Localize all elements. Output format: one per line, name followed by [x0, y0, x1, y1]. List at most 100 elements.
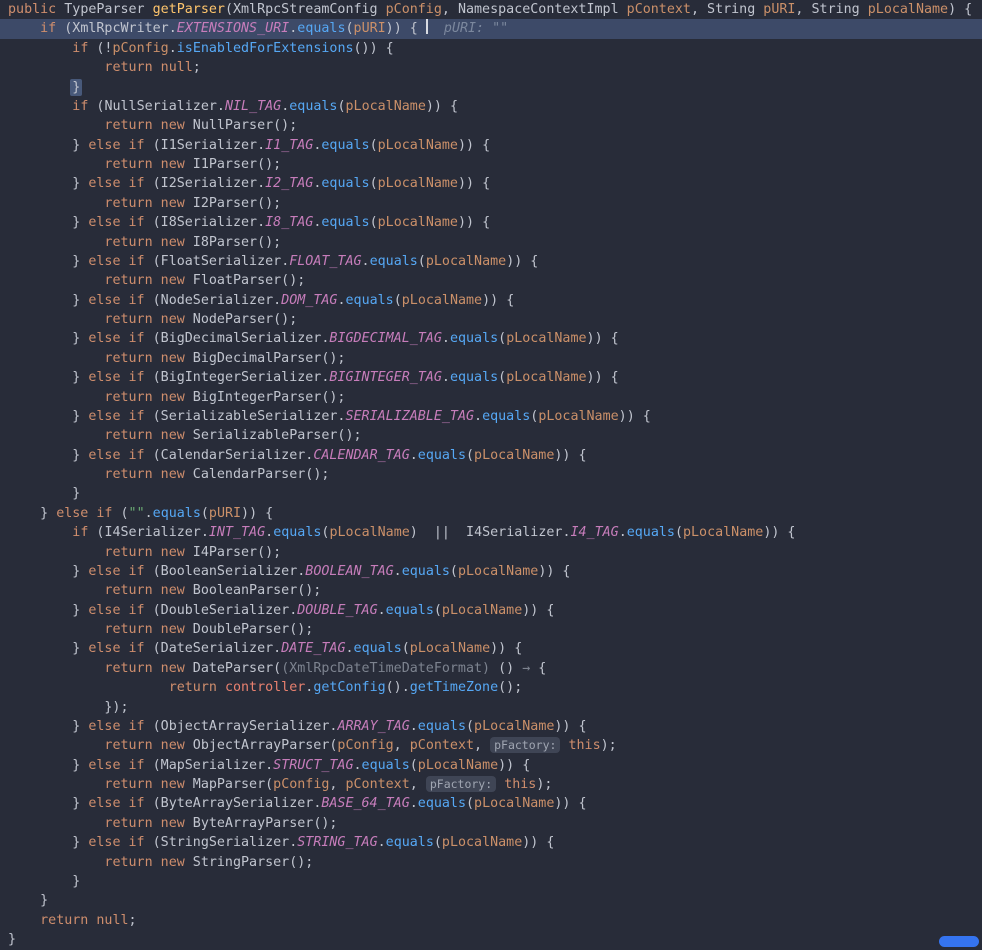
- code-token: EXTENSIONS_URI: [176, 21, 290, 37]
- code-token: )) {: [522, 602, 555, 618]
- code-token: new: [160, 854, 193, 870]
- code-token: public: [8, 2, 65, 17]
- code-token: }: [8, 718, 89, 734]
- code-token: equals: [401, 563, 450, 579]
- code-token: equals: [321, 176, 370, 192]
- horizontal-scrollbar-thumb[interactable]: [939, 936, 979, 947]
- code-editor[interactable]: public TypeParser getParser (XmlRpcStream…: [0, 0, 982, 950]
- code-token: }: [8, 835, 89, 851]
- code-token: (: [152, 718, 161, 734]
- code-token: )) {: [457, 215, 491, 231]
- code-token: else if: [88, 641, 153, 657]
- code-token: }: [8, 331, 89, 347]
- code-token: equals: [417, 796, 466, 812]
- code-token: (: [465, 796, 475, 812]
- code-line: return new ObjectArrayParser(pConfig, pC…: [0, 736, 982, 755]
- code-token: new: [160, 389, 193, 405]
- code-token: SerializableParser: [192, 428, 338, 444]
- code-token: (: [433, 835, 442, 851]
- code-line: return null;: [0, 58, 982, 77]
- code-token: new: [160, 234, 193, 250]
- code-line: return controller.getConfig().getTimeZon…: [0, 678, 982, 697]
- code-token: pLocalName: [417, 757, 499, 773]
- code-token: pConfig: [273, 777, 330, 792]
- code-token: (: [369, 176, 378, 192]
- code-token: else if: [88, 408, 153, 424]
- code-token: SERIALIZABLE_TAG: [345, 408, 475, 424]
- code-token: (XmlRpcDateTimeDateFormat): [281, 660, 499, 676]
- code-token: (: [345, 21, 354, 37]
- code-line: if (NullSerializer.NIL_TAG.equals(pLocal…: [0, 97, 982, 116]
- code-token: ();: [297, 583, 322, 599]
- code-token: return: [104, 60, 161, 76]
- code-token: .: [257, 215, 266, 231]
- code-line: return new SerializableParser();: [0, 426, 982, 445]
- parameter-hint-inlay: pFactory:: [425, 776, 497, 792]
- code-token: ,: [329, 777, 346, 792]
- code-token: )) {: [425, 98, 458, 114]
- code-token: ();: [321, 350, 346, 366]
- code-token: StringParser: [192, 854, 290, 870]
- code-token: (: [409, 757, 418, 773]
- code-token: I2_TAG: [265, 176, 314, 192]
- code-token: (: [369, 215, 378, 231]
- code-token: equals: [152, 505, 201, 521]
- code-line: public TypeParser getParser(XmlRpcStream…: [0, 0, 982, 19]
- code-token: INT_TAG: [208, 525, 266, 541]
- code-token: .: [409, 796, 418, 812]
- code-token: .: [409, 447, 418, 463]
- code-token: (: [449, 563, 458, 579]
- code-token: }: [8, 137, 89, 153]
- code-token: }: [8, 486, 81, 502]
- code-token: (: [152, 641, 161, 657]
- code-line: return new DateParser((XmlRpcDateTimeDat…: [0, 659, 982, 678]
- code-token: .: [337, 292, 346, 308]
- code-token: equals: [273, 525, 322, 541]
- code-token: (: [152, 331, 161, 347]
- code-token: DATE_TAG: [281, 641, 346, 657]
- code-token: NamespaceContextImpl: [457, 2, 627, 17]
- code-token: else if: [88, 176, 153, 192]
- code-token: .: [216, 98, 225, 114]
- code-token: (: [674, 525, 683, 541]
- code-token: }: [8, 932, 17, 947]
- code-token: if: [72, 40, 97, 56]
- code-token: BigIntegerSerializer: [160, 370, 322, 386]
- code-token: I8Parser: [192, 234, 258, 250]
- code-token: ();: [273, 312, 298, 327]
- code-token: else if: [88, 370, 153, 386]
- code-token: return: [104, 777, 161, 792]
- code-token: (: [152, 253, 161, 269]
- code-line: return new BooleanParser();: [0, 581, 982, 600]
- code-token: pLocalName: [329, 525, 410, 541]
- code-line: } else if (I2Serializer.I2_TAG.equals(pL…: [0, 174, 982, 193]
- code-token: equals: [289, 98, 338, 114]
- code-token: new: [160, 660, 193, 676]
- code-token: new: [160, 544, 193, 560]
- code-line: }: [0, 484, 982, 503]
- code-token: STRING_TAG: [297, 835, 378, 851]
- code-token: }: [8, 215, 89, 231]
- code-token: return: [104, 234, 161, 250]
- code-token: new: [160, 350, 193, 366]
- code-token: pContext: [626, 2, 691, 17]
- code-token: (: [152, 176, 161, 192]
- code-token: });: [8, 699, 129, 715]
- code-line: return new I2Parser();: [0, 194, 982, 213]
- code-token: (: [498, 370, 507, 386]
- code-line: }: [0, 891, 982, 910]
- code-token: FloatSerializer: [160, 253, 282, 269]
- code-token: (: [265, 777, 274, 792]
- code-token: return: [104, 273, 161, 289]
- code-token: CalendarSerializer: [160, 447, 306, 463]
- code-token: this: [504, 777, 537, 792]
- code-token: XmlRpcWriter: [72, 21, 169, 37]
- code-token: equals: [417, 718, 466, 734]
